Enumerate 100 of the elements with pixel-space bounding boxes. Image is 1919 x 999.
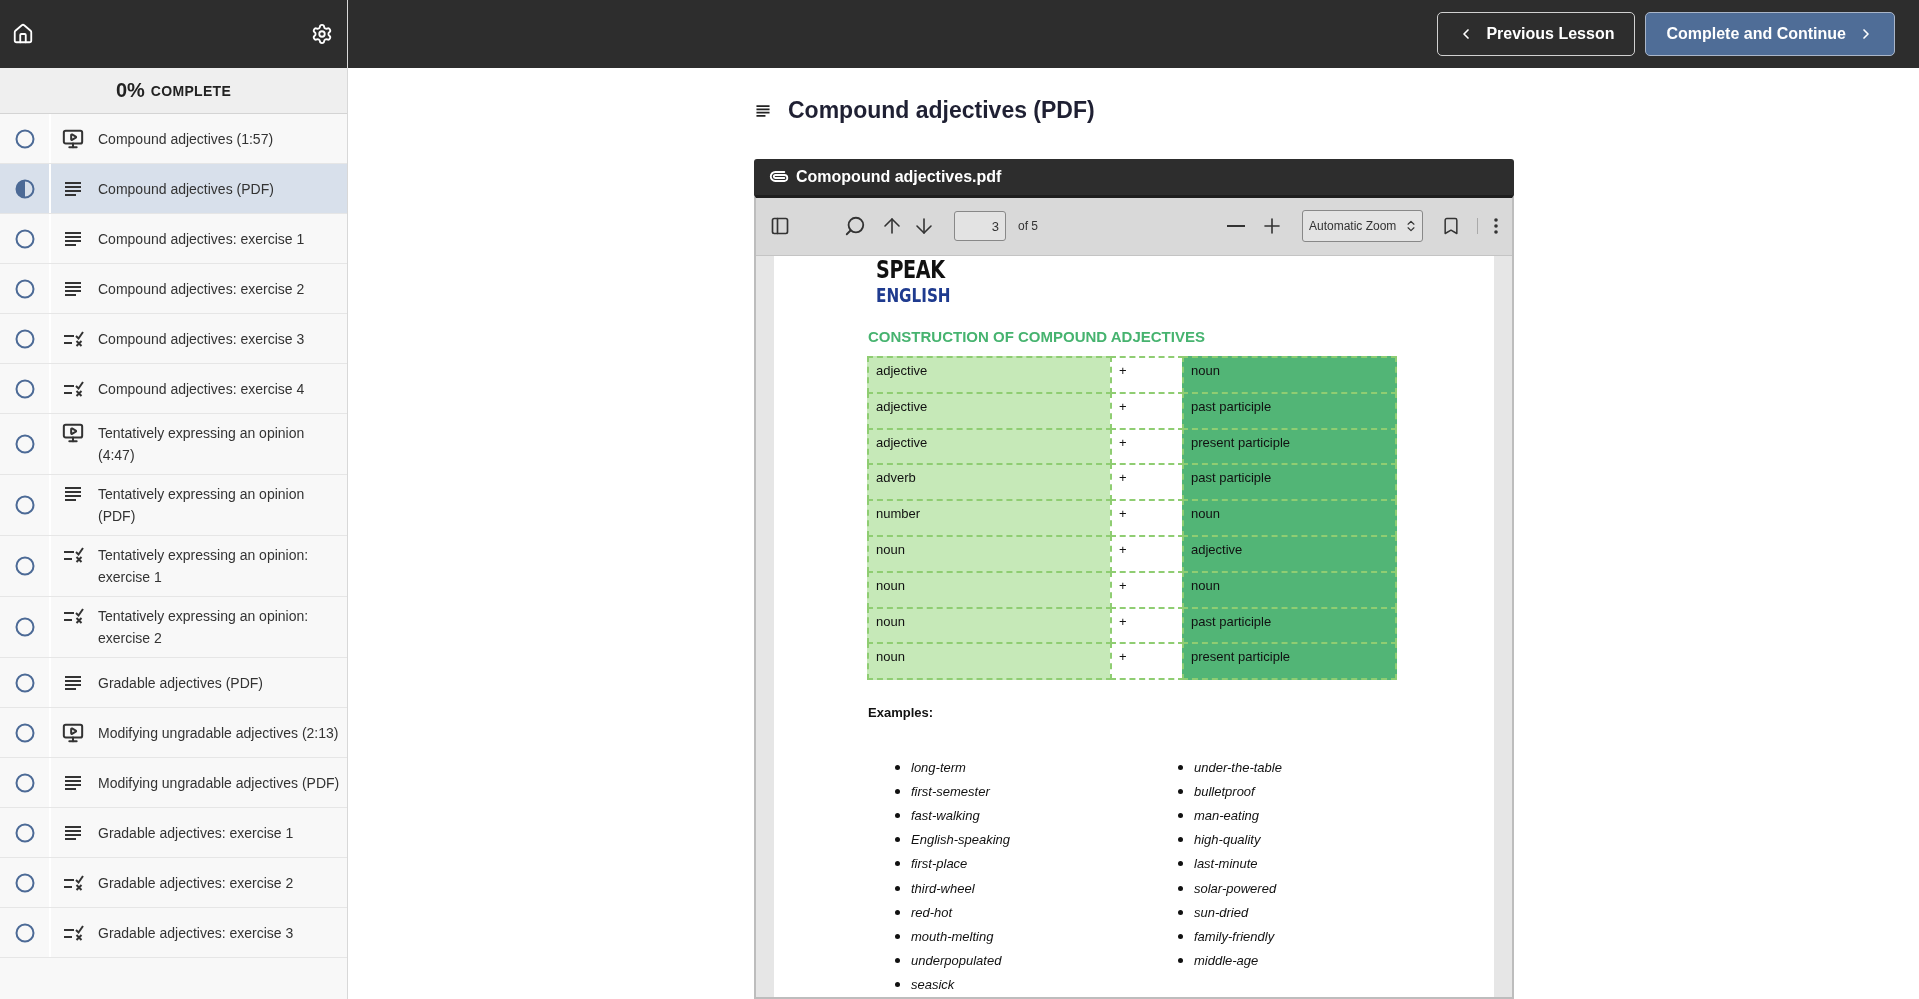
attachment-filename: Comopound adjectives.pdf [796,167,1002,186]
kebab-icon [1494,218,1498,235]
table-cell: adjective [867,391,1112,430]
example-word: under-the-table [1194,759,1282,775]
video-screen-icon [62,422,84,444]
lesson-item[interactable]: Compound adjectives (1:57) [0,114,347,164]
table-cell: past participle [1182,391,1397,430]
table-cell: adjective [1182,534,1397,573]
example-word: family-friendly [1194,929,1275,945]
lesson-title: Gradable adjectives: exercise 3 [98,923,295,943]
table-cell: past participle [1182,463,1397,502]
bullet-icon [895,909,900,915]
example-word: sun-dried [1194,904,1249,920]
bullet-icon [1178,764,1183,770]
lesson-title: Modifying ungradable adjectives (PDF) [98,773,341,793]
lesson-title: Gradable adjectives: exercise 2 [98,873,295,893]
previous-lesson-button[interactable]: Previous Lesson [1437,12,1636,56]
text-lines-icon [754,102,772,119]
lesson-item[interactable]: Compound adjectives: exercise 4 [0,364,347,414]
table-cell: noun [867,534,1112,573]
logo-subtext: ENGLISH [876,283,951,306]
example-word: underpopulated [911,953,1002,969]
table-cell: noun [1182,499,1397,537]
bullet-icon [895,958,900,964]
bullet-icon [1178,813,1183,819]
search-icon [844,215,866,238]
lesson-item[interactable]: Modifying ungradable adjectives (2:13) [0,708,347,758]
text-lines-icon [62,485,84,503]
lesson-title: Compound adjectives: exercise 1 [98,229,306,249]
lesson-title: Compound adjectives: exercise 3 [98,329,306,349]
table-cell: noun [867,642,1112,681]
quiz-list-icon [62,546,84,564]
lesson-title: Gradable adjectives (PDF) [98,673,264,693]
bullet-icon [1178,934,1183,940]
complete-continue-button[interactable]: Complete and Continue [1645,12,1895,56]
quiz-list-icon [62,607,84,625]
page-number-field[interactable]: 3 [954,211,1006,242]
examples-heading: Examples: [868,705,935,721]
example-word: third-wheel [911,880,975,896]
bullet-icon [895,934,900,940]
bullet-icon [1178,837,1183,843]
lesson-item[interactable]: Modifying ungradable adjectives (PDF) [0,758,347,808]
text-lines-icon [62,179,84,198]
example-word: fast-walking [911,808,980,824]
quiz-list-icon [62,873,84,892]
text-lines-icon [62,773,84,792]
lesson-title: Compound adjectives: exercise 2 [98,279,306,299]
example-word: solar-powered [1194,880,1277,896]
lesson-item[interactable]: Gradable adjectives: exercise 1 [0,808,347,858]
bullet-icon [1178,958,1183,964]
logo-text: SPEAK [876,255,947,284]
quiz-list-icon [62,923,84,942]
table-cell: number [867,499,1112,537]
lesson-title: Compound adjectives (1:57) [98,129,275,149]
lesson-title: Modifying ungradable adjectives (2:13) [98,723,340,743]
bullet-icon [895,861,900,867]
video-screen-icon [62,127,84,150]
lesson-title: Tentatively expressing an opinion: exercise 2 [98,607,310,648]
table-cell: adjective [867,355,1112,394]
lesson-title: Compound adjectives: exercise 4 [98,379,306,399]
lesson-title: Tentatively expressing an opinion (PDF) [98,485,306,526]
lesson-title: Tentatively expressing an opinion: exercise 1 [98,546,310,587]
home-icon [12,23,34,45]
bullet-icon [895,837,900,843]
lesson-item[interactable]: Gradable adjectives: exercise 2 [0,858,347,908]
example-word: English-speaking [911,832,1010,848]
lesson-item[interactable]: Tentatively expressing an opinion: exercise 1 [0,536,347,597]
settings-button[interactable] [311,23,333,45]
text-lines-icon [62,279,84,298]
lesson-item[interactable]: Tentatively expressing an opinion (PDF) [0,475,347,536]
page-count: of 5 [1018,219,1038,234]
example-word: red-hot [911,904,953,920]
table-cell: present participle [1182,642,1397,681]
zoom-select[interactable]: Automatic Zoom [1302,210,1423,243]
lesson-item[interactable]: Gradable adjectives: exercise 3 [0,908,347,958]
example-word: seasick [911,977,955,993]
lesson-item[interactable]: Gradable adjectives (PDF) [0,658,347,708]
quiz-list-icon [62,329,84,348]
lesson-item[interactable]: Compound adjectives (PDF) [0,164,347,214]
lesson-item[interactable]: Tentatively expressing an opinion: exercise 2 [0,597,347,658]
lesson-item[interactable]: Compound adjectives: exercise 2 [0,264,347,314]
bullet-icon [895,813,900,819]
bullet-icon [1178,885,1183,891]
example-word: middle-age [1194,953,1259,969]
example-word: first-semester [911,783,990,799]
panel-icon [770,216,790,237]
lesson-item[interactable]: Tentatively expressing an opinion (4:47) [0,414,347,475]
video-screen-icon [62,721,84,744]
minus-icon [1227,225,1245,228]
example-word: mouth-melting [911,929,994,945]
progress-label: COMPLETE [150,82,232,99]
lesson-item[interactable]: Compound adjectives: exercise 1 [0,214,347,264]
bullet-icon [1178,788,1183,794]
bookmark-icon [1441,216,1461,237]
example-word: man-eating [1194,808,1260,824]
home-button[interactable] [12,23,34,45]
lesson-title: Gradable adjectives: exercise 1 [98,823,295,843]
lesson-title: Tentatively expressing an opinion (4:47) [98,424,306,465]
bullet-icon [1178,861,1183,867]
lesson-item[interactable]: Compound adjectives: exercise 3 [0,314,347,364]
